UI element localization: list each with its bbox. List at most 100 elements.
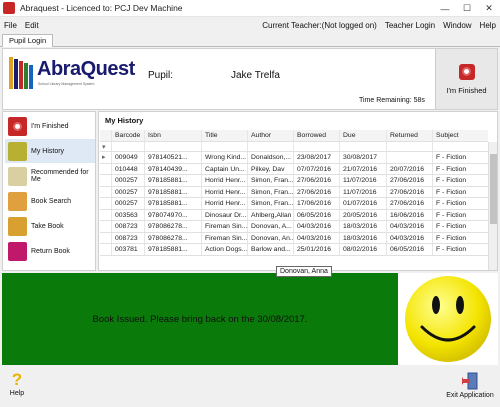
table-cell	[387, 152, 433, 163]
logo-books-icon	[9, 57, 33, 89]
filter-cell[interactable]	[112, 142, 145, 151]
table-cell: F - Fiction	[436, 223, 467, 230]
menu-edit[interactable]: Edit	[21, 21, 43, 30]
table-cell: Simon, Fran...	[248, 175, 294, 186]
table-cell: 008723	[112, 221, 145, 232]
table-row[interactable]: 008723 978086278... Fireman Sin... Donovan,…	[100, 232, 488, 244]
filter-cell[interactable]	[387, 142, 433, 151]
column-header[interactable]: Title	[202, 130, 248, 141]
table-row[interactable]: ▸ 009049 978140521... Wrong Kind... Donaldso…	[100, 152, 488, 164]
table-cell: Horrid Henr...	[202, 198, 248, 209]
help-label: Help	[9, 390, 25, 397]
maximize-button[interactable]: ☐	[456, 0, 478, 17]
table-cell: 978140439...	[145, 163, 202, 174]
table-cell: Donovan, A...	[248, 221, 294, 232]
table-cell: 009049	[112, 152, 145, 163]
table-cell: 000257	[112, 175, 145, 186]
filter-icon[interactable]: ▾	[100, 142, 112, 151]
filter-cell[interactable]	[145, 142, 202, 151]
im-finished-button[interactable]: I'm Finished	[435, 49, 497, 109]
sidebar-item-label: I'm Finished	[31, 122, 69, 130]
close-button[interactable]: ✕	[478, 0, 500, 17]
table-cell: 20/07/2016	[387, 163, 433, 174]
table-cell: 23/08/2017	[294, 152, 340, 163]
table-cell: 11/07/2016	[340, 186, 387, 197]
filter-cell[interactable]	[433, 142, 488, 151]
table-row[interactable]: 000257 978185881... Horrid Henr... Simon, F…	[100, 175, 488, 187]
grid-scrollbar[interactable]	[488, 142, 497, 270]
table-row[interactable]: 008723 978086278... Fireman Sin... Donovan,…	[100, 221, 488, 233]
table-cell: 978185881...	[145, 244, 202, 255]
table-cell: F - Fiction	[436, 200, 467, 207]
row-indicator	[100, 175, 112, 186]
sidebar-item-take-book[interactable]: Take Book	[5, 214, 95, 238]
scrollbar-thumb[interactable]	[490, 154, 497, 224]
row-indicator	[100, 244, 112, 255]
column-header[interactable]: Barcode	[112, 130, 145, 141]
table-row[interactable]: 000257 978185881... Horrid Henr... Simon, F…	[100, 198, 488, 210]
help-icon: ?	[11, 370, 23, 389]
table-row[interactable]: 003781 978185881... Action Dogs... Barlow a…	[100, 244, 488, 256]
sidebar-item-book-search[interactable]: Book Search	[5, 189, 95, 213]
tab-pupil-login[interactable]: Pupil Login	[2, 34, 54, 47]
column-header[interactable]: Isbn	[145, 130, 202, 141]
issue-notice-banner: Book Issued. Please bring back on the 30…	[2, 273, 398, 365]
menu-window[interactable]: Window	[439, 21, 475, 30]
table-row[interactable]: 000257 978185881... Horrid Henr... Simon, F…	[100, 186, 488, 198]
table-row[interactable]: 010448 978140439... Captain Un... Pilkey, D…	[100, 163, 488, 175]
column-header[interactable]: Due	[340, 130, 387, 141]
sidebar-item-recommended[interactable]: Recommended for Me	[5, 164, 95, 188]
help-button[interactable]: ? Help	[4, 370, 30, 404]
table-cell: Simon, Fran...	[248, 186, 294, 197]
column-header[interactable]: Subject	[433, 130, 488, 141]
filter-cell[interactable]	[202, 142, 248, 151]
menu-teacher-login[interactable]: Teacher Login	[381, 21, 439, 30]
sidebar-item-im-finished[interactable]: I'm Finished	[5, 114, 95, 138]
im-finished-label: I'm Finished	[446, 85, 487, 95]
table-cell: 000257	[112, 186, 145, 197]
table-cell: 27/06/2016	[294, 186, 340, 197]
table-cell: 21/07/2016	[340, 163, 387, 174]
table-cell: Donaldson,...	[248, 152, 294, 163]
return-book-icon	[8, 241, 27, 261]
table-cell: 04/03/2016	[294, 232, 340, 243]
finished-icon	[8, 116, 27, 136]
table-cell: 04/03/2016	[294, 221, 340, 232]
filter-cell[interactable]	[340, 142, 387, 151]
menu-file[interactable]: File	[0, 21, 21, 30]
table-cell: Dinosaur Dr...	[202, 209, 248, 220]
column-header[interactable]: Author	[248, 130, 294, 141]
table-cell: 978185881...	[145, 175, 202, 186]
column-header[interactable]: Borrowed	[294, 130, 340, 141]
column-header[interactable]: Returned	[387, 130, 433, 141]
table-cell: Ahlberg,Allan	[248, 209, 294, 220]
table-cell: Pilkey, Dav	[248, 163, 294, 174]
exit-application-button[interactable]: Exit Application	[444, 372, 496, 404]
sidebar-item-label: Recommended for Me	[31, 169, 89, 183]
pupil-label: Pupil:	[148, 70, 174, 81]
row-indicator	[100, 163, 112, 174]
sidebar-item-my-history[interactable]: My History	[5, 139, 95, 163]
sidebar-item-label: Book Search	[31, 197, 72, 205]
table-cell: F - Fiction	[436, 211, 467, 219]
table-cell: 27/06/2016	[387, 186, 433, 197]
row-indicator	[100, 209, 112, 220]
table-cell: 27/06/2016	[294, 175, 340, 186]
sidebar-item-return-book[interactable]: Return Book	[5, 239, 95, 263]
table-cell: 000257	[112, 198, 145, 209]
table-cell: 04/03/2016	[387, 232, 433, 243]
time-remaining: Time Remaining: 58s	[359, 97, 425, 104]
menu-help[interactable]: Help	[476, 21, 500, 30]
table-cell: 16/06/2016	[387, 209, 433, 220]
table-cell: 003563	[112, 209, 145, 220]
minimize-button[interactable]: —	[434, 0, 456, 17]
exit-label: Exit Application	[446, 392, 494, 399]
table-cell: 17/06/2016	[294, 198, 340, 209]
sidebar-item-label: My History	[31, 147, 65, 155]
table-cell: 25/01/2016	[294, 244, 340, 255]
table-row[interactable]: 003563 978074970... Dinosaur Dr... Ahlberg,…	[100, 209, 488, 221]
take-book-icon	[8, 216, 27, 236]
filter-cell[interactable]	[294, 142, 340, 151]
filter-cell[interactable]	[248, 142, 294, 151]
logo-name: AbraQuest	[37, 58, 135, 80]
